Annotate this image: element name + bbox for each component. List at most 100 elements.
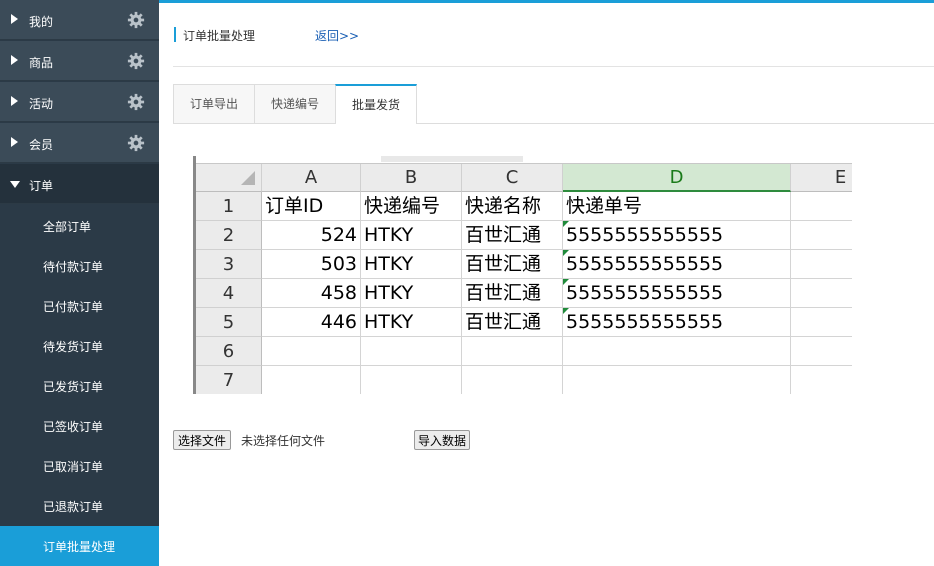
sidebar: 我的 商品 活动 会员 订单 全部订单 待付款订单 已付款订单 待发货订单 已发…	[0, 0, 159, 566]
expand-arrow-icon	[11, 14, 18, 24]
row-header: 2	[196, 221, 262, 250]
sheet-cell	[791, 337, 852, 366]
column-header-b: B	[361, 164, 462, 192]
sidebar-item-cancelled[interactable]: 已取消订单	[0, 446, 159, 486]
title-accent-bar	[174, 27, 176, 42]
sidebar-item-pending-payment[interactable]: 待付款订单	[0, 246, 159, 286]
tab-batch-shipping[interactable]: 批量发货	[335, 84, 417, 124]
column-header-c: C	[462, 164, 563, 192]
sidebar-menu-mine[interactable]: 我的	[0, 0, 159, 40]
sheet-cell: 5555555555555	[563, 279, 791, 308]
sheet-cell	[361, 337, 462, 366]
sheet-cell: HTKY	[361, 279, 462, 308]
column-header-a: A	[262, 164, 361, 192]
sidebar-item-label: 已退款订单	[43, 500, 104, 514]
sheet-cell: 快递编号	[361, 192, 462, 221]
sidebar-item-label: 待发货订单	[43, 340, 104, 354]
sheet-cell: 5555555555555	[563, 221, 791, 250]
sheet-cell	[462, 337, 563, 366]
sheet-cell	[563, 366, 791, 394]
column-header-d: D	[563, 164, 791, 192]
expand-arrow-icon	[11, 137, 18, 147]
sidebar-item-all-orders[interactable]: 全部订单	[0, 206, 159, 246]
sidebar-menu-label: 会员	[29, 138, 54, 152]
sheet-cell: 百世汇通	[462, 308, 563, 337]
sheet-cell	[262, 337, 361, 366]
sidebar-item-label: 待付款订单	[43, 260, 104, 274]
sheet-cell: 5555555555555	[563, 308, 791, 337]
sidebar-menu-orders[interactable]: 订单	[0, 164, 159, 204]
gear-icon[interactable]	[127, 52, 145, 70]
expand-arrow-icon	[11, 96, 18, 106]
sheet-cell: 5555555555555	[563, 250, 791, 279]
sheet-cell	[791, 366, 852, 394]
row-header: 7	[196, 366, 262, 394]
sidebar-item-pending-shipment[interactable]: 待发货订单	[0, 326, 159, 366]
tabs-baseline	[173, 123, 934, 124]
sidebar-item-label: 已发货订单	[43, 380, 104, 394]
sidebar-menu-members[interactable]: 会员	[0, 123, 159, 163]
sheet-cell	[462, 366, 563, 394]
row-header: 6	[196, 337, 262, 366]
row-header: 3	[196, 250, 262, 279]
sheet-cell	[791, 250, 852, 279]
sheet-cell: 快递名称	[462, 192, 563, 221]
sheet-cell: 百世汇通	[462, 279, 563, 308]
sheet-cell: 458	[262, 279, 361, 308]
row-header: 1	[196, 192, 262, 221]
sheet-cell: 百世汇通	[462, 221, 563, 250]
import-data-button[interactable]: 导入数据	[414, 430, 471, 450]
tab-courier-codes[interactable]: 快递编号	[254, 84, 336, 123]
sidebar-item-label: 全部订单	[43, 220, 92, 234]
sheet-top-tab	[381, 156, 523, 162]
file-status-text: 未选择任何文件	[241, 434, 326, 448]
sheet-cell	[563, 337, 791, 366]
sheet-cell: 524	[262, 221, 361, 250]
page-title: 订单批量处理	[183, 29, 256, 43]
sidebar-item-label: 已取消订单	[43, 460, 104, 474]
sheet-cell	[791, 221, 852, 250]
sidebar-item-label: 已付款订单	[43, 300, 104, 314]
sheet-cell	[791, 308, 852, 337]
sidebar-menu-label: 我的	[29, 15, 54, 29]
sidebar-item-label: 订单批量处理	[43, 540, 116, 554]
sheet-cell: 503	[262, 250, 361, 279]
gear-icon[interactable]	[127, 134, 145, 152]
expand-arrow-icon	[11, 55, 18, 65]
sheet-cell: 446	[262, 308, 361, 337]
sidebar-menu-label: 活动	[29, 97, 54, 111]
sheet-cell	[262, 366, 361, 394]
sidebar-item-refunded[interactable]: 已退款订单	[0, 486, 159, 526]
sidebar-menu-activities[interactable]: 活动	[0, 82, 159, 122]
sidebar-menu-label: 订单	[29, 179, 54, 193]
divider	[173, 66, 934, 67]
tab-order-export[interactable]: 订单导出	[173, 84, 255, 123]
column-header-e: E	[791, 164, 852, 192]
sidebar-item-batch-processing[interactable]: 订单批量处理	[0, 526, 159, 566]
collapse-arrow-icon	[10, 181, 20, 188]
back-link[interactable]: 返回>>	[315, 27, 359, 44]
sheet-cell: 百世汇通	[462, 250, 563, 279]
gear-icon[interactable]	[127, 93, 145, 111]
corner-triangle-icon	[241, 171, 255, 185]
sheet-cell: HTKY	[361, 308, 462, 337]
sidebar-item-paid[interactable]: 已付款订单	[0, 286, 159, 326]
row-header: 5	[196, 308, 262, 337]
sidebar-item-shipped[interactable]: 已发货订单	[0, 366, 159, 406]
sheet-cell: HTKY	[361, 250, 462, 279]
gear-icon[interactable]	[127, 11, 145, 29]
sheet-cell: 订单ID	[262, 192, 361, 221]
sidebar-item-signed[interactable]: 已签收订单	[0, 406, 159, 446]
sheet-cell: 快递单号	[563, 192, 791, 221]
sheet-cell	[361, 366, 462, 394]
sidebar-menu-products[interactable]: 商品	[0, 41, 159, 81]
sheet-cell: HTKY	[361, 221, 462, 250]
select-all-corner	[196, 164, 262, 192]
sheet-cell	[791, 192, 852, 221]
sidebar-menu-label: 商品	[29, 56, 54, 70]
row-header: 4	[196, 279, 262, 308]
sidebar-item-label: 已签收订单	[43, 420, 104, 434]
sheet-cell	[791, 279, 852, 308]
spreadsheet-example: A B C D E 1 订单ID 快递编号 快递名称 快递单号 2 524 HTKY 百世汇通 5…	[193, 156, 852, 394]
choose-file-button[interactable]: 选择文件	[173, 430, 232, 450]
